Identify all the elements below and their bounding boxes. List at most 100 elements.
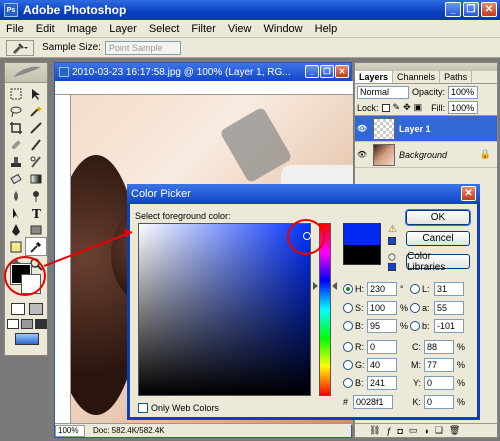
lock-transparency-icon[interactable] [381, 103, 390, 112]
hue-slider-right-arrow[interactable] [332, 282, 337, 290]
delete-layer-icon[interactable]: 🗑 [449, 425, 460, 436]
add-mask-icon[interactable]: ◘ [397, 426, 402, 436]
lab-a-field[interactable]: 55 [434, 300, 464, 315]
opacity-field[interactable]: 100% [448, 85, 479, 99]
out-of-gamut-warning-icon[interactable]: ⚠ [388, 224, 397, 235]
new-layer-icon[interactable]: ❏ [435, 425, 443, 436]
eraser-tool-icon[interactable] [6, 170, 26, 187]
brush-tool-icon[interactable] [26, 136, 46, 153]
blue-field[interactable]: 241 [367, 375, 397, 390]
lock-move-icon[interactable]: ✥ [403, 102, 411, 113]
lasso-tool-icon[interactable] [6, 102, 26, 119]
jump-to-imageready-icon[interactable] [15, 333, 39, 345]
red-radio[interactable] [343, 341, 353, 352]
only-web-colors-checkbox[interactable] [138, 403, 148, 413]
add-style-icon[interactable]: ƒ [386, 426, 391, 436]
dodge-tool-icon[interactable] [26, 187, 46, 204]
menu-filter[interactable]: Filter [185, 23, 221, 35]
clone-stamp-tool-icon[interactable] [6, 153, 26, 170]
marquee-tool-icon[interactable] [6, 85, 26, 102]
hue-slider[interactable] [319, 223, 331, 396]
gradient-tool-icon[interactable] [26, 170, 46, 187]
blue-radio[interactable] [343, 377, 353, 388]
visibility-eye-icon[interactable]: 👁 [355, 150, 369, 159]
yellow-field[interactable]: 0 [424, 375, 454, 390]
color-picker-close-button[interactable]: ✕ [461, 186, 476, 201]
new-group-icon[interactable]: ▭ [409, 425, 418, 436]
menu-window[interactable]: Window [258, 23, 309, 35]
path-selection-tool-icon[interactable] [6, 204, 26, 221]
menu-edit[interactable]: Edit [30, 23, 61, 35]
crop-tool-icon[interactable] [6, 119, 26, 136]
lab-b-radio[interactable] [410, 320, 420, 331]
lab-b-field[interactable]: -101 [434, 318, 464, 333]
lock-all-icon[interactable]: ▣ [414, 102, 423, 113]
green-field[interactable]: 40 [367, 357, 397, 372]
notes-tool-icon[interactable] [6, 238, 26, 255]
quick-mask-mode-icon[interactable] [29, 303, 43, 315]
healing-brush-tool-icon[interactable] [6, 136, 26, 153]
saturation-radio[interactable] [343, 302, 353, 313]
hue-field[interactable]: 230 [367, 281, 397, 296]
menu-help[interactable]: Help [309, 23, 344, 35]
blur-tool-icon[interactable] [6, 187, 26, 204]
screen-mode-full-icon[interactable] [35, 319, 47, 329]
menu-view[interactable]: View [222, 23, 258, 35]
doc-close-button[interactable]: ✕ [335, 65, 349, 78]
magenta-field[interactable]: 77 [424, 357, 454, 372]
tab-channels[interactable]: Channels [393, 71, 441, 83]
screen-mode-standard-icon[interactable] [7, 319, 19, 329]
brightness-field[interactable]: 95 [367, 318, 397, 333]
restore-button[interactable]: ❐ [463, 2, 479, 17]
hue-slider-left-arrow[interactable] [313, 282, 318, 290]
magic-wand-tool-icon[interactable] [26, 102, 46, 119]
layer-row-layer-1[interactable]: 👁 Layer 1 [355, 116, 497, 142]
screen-mode-full-menu-icon[interactable] [21, 319, 33, 329]
color-libraries-button[interactable]: Color Libraries [406, 251, 470, 273]
close-button[interactable]: ✕ [481, 2, 497, 17]
hue-radio[interactable] [343, 283, 353, 294]
gamut-correction-swatch[interactable] [388, 237, 396, 245]
brightness-radio[interactable] [343, 320, 353, 331]
lab-l-radio[interactable] [410, 283, 420, 294]
shape-tool-icon[interactable] [26, 221, 46, 238]
tab-layers[interactable]: Layers [355, 71, 394, 83]
move-tool-icon[interactable] [26, 85, 46, 102]
menu-select[interactable]: Select [143, 23, 186, 35]
slice-tool-icon[interactable] [26, 119, 46, 136]
menu-image[interactable]: Image [61, 23, 104, 35]
zoom-level-field[interactable]: 100% [55, 424, 85, 437]
eyedropper-tool-icon[interactable] [25, 237, 47, 256]
red-field[interactable]: 0 [367, 339, 397, 354]
web-safe-warning-icon[interactable]: ⬡ [388, 252, 396, 263]
visibility-eye-icon[interactable]: 👁 [355, 124, 369, 133]
standard-mode-icon[interactable] [11, 303, 25, 315]
saturation-brightness-field[interactable] [138, 223, 311, 396]
ok-button[interactable]: OK [405, 209, 471, 226]
green-radio[interactable] [343, 359, 353, 370]
tab-paths[interactable]: Paths [440, 71, 473, 83]
lab-a-radio[interactable] [410, 302, 420, 313]
layer-row-background[interactable]: 👁 Background 🔒 [355, 142, 497, 168]
cancel-button[interactable]: Cancel [406, 231, 470, 246]
lock-brush-icon[interactable]: ✎ [393, 102, 401, 113]
black-field[interactable]: 0 [424, 394, 454, 409]
only-web-colors-option[interactable]: Only Web Colors [138, 403, 219, 413]
blend-mode-select[interactable]: Normal [357, 85, 409, 99]
hex-field[interactable]: 0028f1 [353, 394, 393, 409]
cyan-field[interactable]: 88 [424, 339, 454, 354]
current-color-swatch[interactable] [343, 245, 381, 265]
menu-layer[interactable]: Layer [103, 23, 143, 35]
lab-l-field[interactable]: 31 [434, 281, 464, 296]
new-adjustment-icon[interactable]: ◑ [423, 426, 428, 436]
link-layers-icon[interactable]: ⛓ [369, 425, 380, 436]
web-safe-correction-swatch[interactable] [388, 263, 396, 271]
doc-minimize-button[interactable]: _ [305, 65, 319, 78]
history-brush-tool-icon[interactable] [26, 153, 46, 170]
saturation-field[interactable]: 100 [367, 300, 397, 315]
doc-restore-button[interactable]: ❐ [320, 65, 334, 78]
fill-field[interactable]: 100% [448, 101, 479, 114]
sample-size-select[interactable]: Point Sample [104, 40, 181, 55]
type-tool-icon[interactable]: T [26, 204, 46, 221]
menu-file[interactable]: File [0, 23, 30, 35]
